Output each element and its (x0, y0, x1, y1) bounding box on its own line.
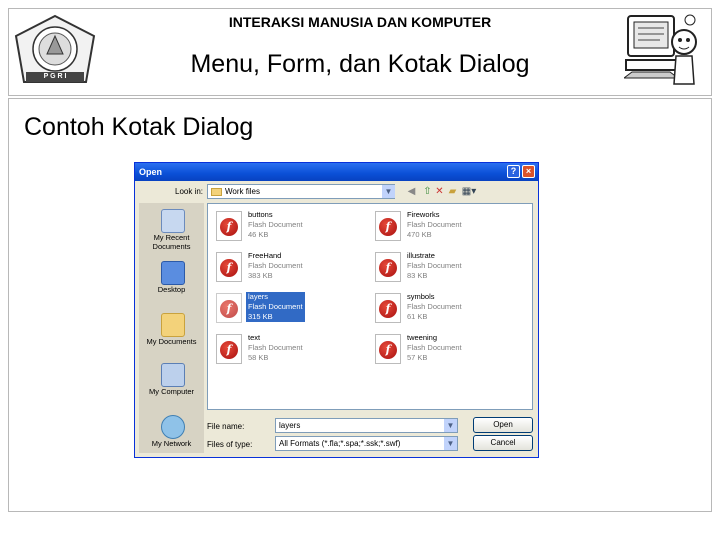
place-label: My Computer (148, 387, 194, 396)
dialog-titlebar[interactable]: Open ? × (135, 163, 538, 181)
file-type: Flash Document (248, 302, 303, 311)
file-item[interactable]: f symbols Flash Document 61 KB (371, 290, 521, 326)
my-network-icon (161, 415, 185, 439)
file-size: 57 KB (407, 353, 428, 362)
file-name-label: File name: (207, 422, 245, 431)
delete-icon[interactable]: ✕ (433, 185, 446, 198)
look-in-value: Work files (225, 187, 260, 196)
places-bar: My Recent Documents Desktop My Documents… (139, 203, 204, 453)
my-documents-icon (161, 313, 185, 337)
place-recent-documents[interactable]: My Recent Documents (139, 207, 204, 253)
file-name-input[interactable] (275, 418, 458, 433)
new-folder-icon[interactable]: ▰ (446, 185, 459, 198)
file-type: Flash Document (407, 220, 462, 229)
file-size: 61 KB (407, 312, 428, 321)
file-size: 383 KB (248, 271, 273, 280)
flash-document-icon: f (216, 334, 242, 364)
place-label: My Documents (146, 337, 197, 346)
place-label: My Network (151, 439, 192, 448)
file-item[interactable]: f buttons Flash Document 46 KB (212, 208, 362, 244)
file-item[interactable]: f FreeHand Flash Document 383 KB (212, 249, 362, 285)
chevron-down-icon[interactable]: ▼ (382, 185, 395, 198)
flash-document-icon: f (375, 252, 401, 282)
file-name: FreeHand (248, 251, 282, 260)
course-title: INTERAKSI MANUSIA DAN KOMPUTER (228, 14, 492, 30)
file-size: 83 KB (407, 271, 428, 280)
file-name: layers (248, 292, 269, 301)
cancel-button[interactable]: Cancel (473, 435, 533, 451)
file-type: Flash Document (407, 302, 462, 311)
back-icon[interactable]: ◀ (405, 185, 418, 198)
file-item[interactable]: f illustrate Flash Document 83 KB (371, 249, 521, 285)
file-item[interactable]: f tweening Flash Document 57 KB (371, 331, 521, 367)
file-size: 315 KB (248, 312, 273, 321)
file-type-value: All Formats (*.fla;*.spa;*.ssk;*.swf) (279, 439, 401, 448)
file-item[interactable]: f Fireworks Flash Document 470 KB (371, 208, 521, 244)
chevron-down-icon[interactable]: ▼ (444, 419, 457, 432)
my-computer-icon (161, 363, 185, 387)
file-name: Fireworks (407, 210, 440, 219)
file-type-label: Files of type: (207, 440, 253, 449)
flash-document-icon: f (216, 293, 242, 323)
file-type: Flash Document (407, 261, 462, 270)
file-item-selected[interactable]: f layers Flash Document 315 KB (212, 290, 362, 326)
file-type: Flash Document (248, 343, 303, 352)
file-type: Flash Document (248, 220, 303, 229)
file-name: tweening (407, 333, 438, 342)
slide-title: Menu, Form, dan Kotak Dialog (190, 50, 530, 78)
flash-document-icon: f (375, 293, 401, 323)
file-name: text (248, 333, 261, 342)
dialog-title: Open (139, 167, 163, 177)
folder-icon (211, 188, 222, 196)
place-my-network[interactable]: My Network (139, 413, 204, 453)
flash-document-icon: f (375, 211, 401, 241)
file-item[interactable]: f text Flash Document 58 KB (212, 331, 362, 367)
look-in-label: Look in: (175, 187, 204, 196)
chevron-down-icon[interactable]: ▼ (444, 437, 457, 450)
recent-documents-icon (161, 209, 185, 233)
flash-document-icon: f (375, 334, 401, 364)
file-name: buttons (248, 210, 273, 219)
open-button[interactable]: Open (473, 417, 533, 433)
place-label: My Recent Documents (152, 233, 191, 251)
look-in-dropdown[interactable]: Work files ▼ (207, 184, 395, 199)
file-name: symbols (407, 292, 435, 301)
views-menu-icon[interactable]: ▦▾ (460, 185, 478, 198)
file-size: 470 KB (407, 230, 432, 239)
close-button[interactable]: × (522, 165, 535, 178)
file-size: 46 KB (248, 230, 269, 239)
help-button[interactable]: ? (507, 165, 520, 178)
file-size: 58 KB (248, 353, 269, 362)
section-title: Contoh Kotak Dialog (24, 113, 254, 141)
file-type-dropdown[interactable]: All Formats (*.fla;*.spa;*.ssk;*.swf) ▼ (275, 436, 458, 451)
open-dialog: Open ? × Look in: Work files ▼ ◀ ⇧ ✕ ▰ ▦… (134, 162, 539, 458)
file-name: illustrate (407, 251, 435, 260)
flash-document-icon: f (216, 211, 242, 241)
place-my-computer[interactable]: My Computer (139, 361, 204, 401)
place-my-documents[interactable]: My Documents (139, 311, 204, 351)
file-list[interactable]: f buttons Flash Document 46 KB f Fireworks… (207, 203, 533, 410)
desktop-icon (161, 261, 185, 285)
file-type: Flash Document (248, 261, 303, 270)
flash-document-icon: f (216, 252, 242, 282)
place-label: Desktop (157, 285, 186, 294)
place-desktop[interactable]: Desktop (139, 259, 204, 299)
file-type: Flash Document (407, 343, 462, 352)
